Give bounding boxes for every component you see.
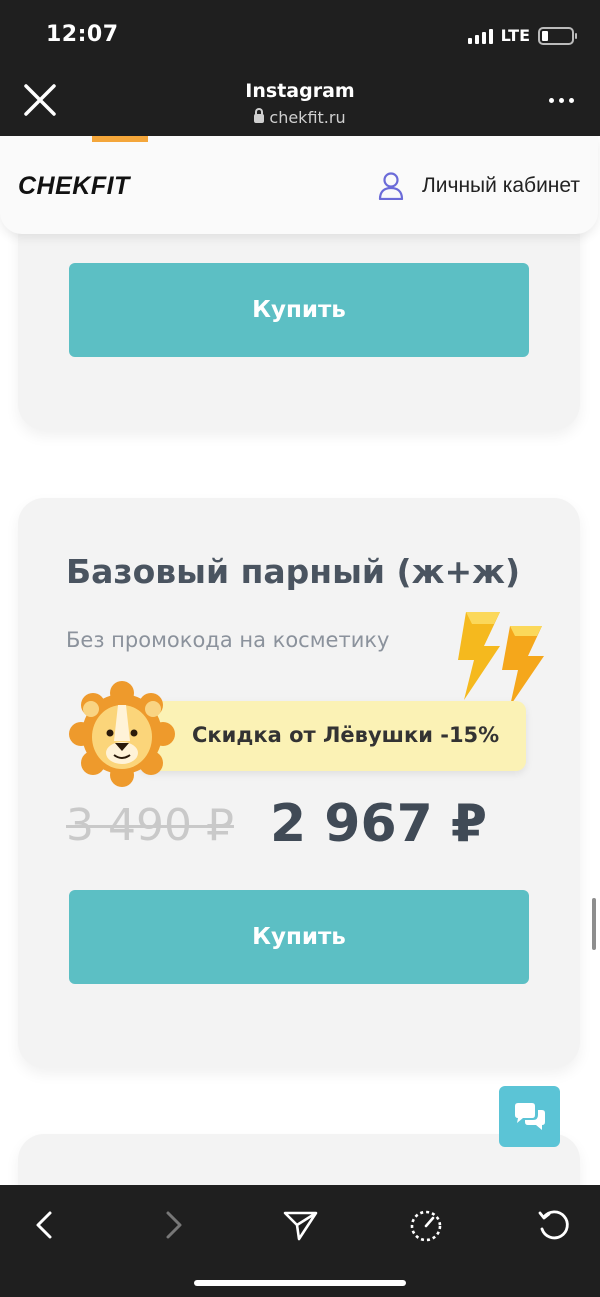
battery-icon [538, 26, 577, 45]
plan-card-next [18, 1134, 580, 1185]
forward-icon [166, 1211, 182, 1239]
browser-url: chekfit.ru [0, 108, 600, 127]
forward-button[interactable] [152, 1205, 192, 1245]
plan-title: Базовый парный (ж+ж) [66, 552, 521, 591]
discount-label: Скидка от Лёвушки -15% [192, 723, 500, 747]
web-content: CHEKFIT Личный кабинет Купить Базовый па… [0, 136, 600, 1185]
plan-card: Базовый парный (ж+ж) Без промокода на ко… [18, 498, 580, 1068]
lightning-icon [458, 612, 544, 706]
back-button[interactable] [26, 1205, 66, 1245]
old-price: 3 490 ₽ [66, 800, 234, 851]
speed-button[interactable] [406, 1205, 446, 1245]
browser-toolbar [0, 1185, 600, 1297]
status-time: 12:07 [46, 22, 119, 47]
lion-icon [69, 681, 175, 787]
user-icon [378, 172, 404, 200]
signal-icon [467, 28, 493, 44]
status-indicators: LTE [467, 26, 577, 45]
buy-button[interactable]: Купить [69, 890, 529, 984]
share-button[interactable] [280, 1205, 320, 1245]
browser-header: 12:07 LTE Instagram chekfit.ru [0, 0, 600, 136]
plan-subtitle: Без промокода на косметику [66, 628, 390, 652]
speed-icon [410, 1210, 442, 1242]
account-link[interactable]: Личный кабинет [378, 172, 580, 200]
url-text: chekfit.ru [269, 108, 346, 127]
back-icon [36, 1211, 52, 1239]
chat-button[interactable] [499, 1086, 560, 1147]
discount-badge: Скидка от Лёвушки -15% [138, 701, 526, 771]
home-indicator [194, 1280, 406, 1286]
site-header: CHEKFIT Личный кабинет [0, 136, 598, 234]
account-label: Личный кабинет [422, 174, 580, 197]
scrollbar[interactable] [592, 898, 596, 950]
new-price: 2 967 ₽ [270, 794, 488, 854]
buy-button[interactable]: Купить [69, 263, 529, 357]
browser-title: Instagram [245, 80, 355, 102]
lock-icon [254, 108, 265, 123]
network-label: LTE [500, 26, 530, 45]
chat-icon [514, 1102, 545, 1130]
share-icon [283, 1211, 318, 1241]
orange-peek [92, 136, 148, 142]
site-logo[interactable]: CHEKFIT [18, 172, 130, 201]
more-button[interactable] [549, 98, 574, 103]
reload-button[interactable] [534, 1205, 574, 1245]
reload-icon [538, 1210, 569, 1240]
